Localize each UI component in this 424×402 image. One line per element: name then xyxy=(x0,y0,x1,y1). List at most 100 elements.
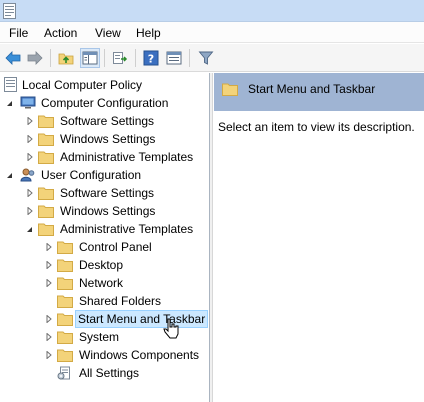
up-folder-icon xyxy=(58,53,74,65)
folder-icon xyxy=(222,83,238,96)
forward-button[interactable] xyxy=(25,48,45,68)
up-folder-button[interactable] xyxy=(56,48,76,68)
svg-text:?: ? xyxy=(148,53,154,66)
tree-node-label: Software Settings xyxy=(60,114,155,128)
folder-icon xyxy=(57,313,73,326)
folder-icon xyxy=(57,349,73,362)
folder-icon xyxy=(57,331,73,344)
computer-icon xyxy=(20,96,36,109)
mouse-pointer-icon xyxy=(163,318,179,339)
tree-node-user-configuration[interactable]: User Configuration xyxy=(0,166,210,184)
tree-node-label: Computer Configuration xyxy=(41,96,169,110)
tree-node-label: Start Menu and Taskbar xyxy=(75,310,209,328)
expand-arrow-icon[interactable] xyxy=(44,274,53,292)
expand-arrow-icon[interactable] xyxy=(25,202,34,220)
tree-node-all-settings[interactable]: All Settings xyxy=(0,364,210,382)
tree-node-cc-software-settings[interactable]: Software Settings xyxy=(0,112,210,130)
pane-splitter[interactable] xyxy=(210,73,213,402)
tree-node-label: Windows Settings xyxy=(60,132,156,146)
collapse-arrow-icon[interactable] xyxy=(5,94,14,112)
title-bar xyxy=(0,0,424,22)
tree-node-windows-components[interactable]: Windows Components xyxy=(0,346,210,364)
menu-file[interactable]: File xyxy=(7,25,30,41)
menu-bar: File Action View Help xyxy=(0,22,424,43)
back-button[interactable] xyxy=(3,48,23,68)
collapse-arrow-icon[interactable] xyxy=(5,166,14,184)
folder-icon xyxy=(38,205,54,218)
folder-icon xyxy=(57,295,73,308)
folder-icon xyxy=(38,115,54,128)
folder-icon xyxy=(38,187,54,200)
tree-node-cc-windows-settings[interactable]: Windows Settings xyxy=(0,130,210,148)
folder-icon xyxy=(38,223,54,236)
folder-icon xyxy=(38,151,54,164)
help-icon: ? xyxy=(143,50,159,66)
expand-arrow-icon[interactable] xyxy=(25,184,34,202)
tree-node-label: Desktop xyxy=(79,258,124,272)
expand-arrow-icon[interactable] xyxy=(25,130,34,148)
help-button[interactable]: ? xyxy=(141,48,161,68)
user-icon xyxy=(20,168,35,182)
expand-arrow-icon[interactable] xyxy=(25,112,34,130)
show-hide-tree-button[interactable] xyxy=(80,48,100,68)
tree-node-cc-administrative-templates[interactable]: Administrative Templates xyxy=(0,148,210,166)
tree-node-label: Windows Components xyxy=(79,348,200,362)
menu-view[interactable]: View xyxy=(93,25,123,41)
expand-arrow-icon[interactable] xyxy=(44,310,53,328)
expand-arrow-icon[interactable] xyxy=(25,148,34,166)
toolbar-separator xyxy=(189,49,190,67)
tree-node-label: Local Computer Policy xyxy=(22,78,143,92)
tree-node-label: System xyxy=(79,330,120,344)
tree-node-uc-administrative-templates[interactable]: Administrative Templates xyxy=(0,220,210,238)
tree-node-label: Windows Settings xyxy=(60,204,156,218)
tree-node-label: Administrative Templates xyxy=(60,222,194,236)
toolbar-separator xyxy=(104,49,105,67)
tree-node-label: Shared Folders xyxy=(79,294,162,308)
show-hide-tree-icon xyxy=(82,51,98,65)
forward-icon xyxy=(27,51,43,65)
export-list-icon xyxy=(113,52,128,64)
details-header: Start Menu and Taskbar xyxy=(214,73,424,111)
tree-node-label: All Settings xyxy=(79,366,140,380)
tree-node-label: Control Panel xyxy=(79,240,152,254)
tree-node-local-computer-policy[interactable]: Local Computer Policy xyxy=(0,76,210,94)
folder-icon xyxy=(57,241,73,254)
filter-button[interactable] xyxy=(196,48,216,68)
all-settings-icon xyxy=(57,366,70,380)
tree-node-desktop[interactable]: Desktop xyxy=(0,256,210,274)
expand-arrow-icon[interactable] xyxy=(44,238,53,256)
folder-icon xyxy=(38,133,54,146)
details-title: Start Menu and Taskbar xyxy=(248,82,376,96)
tree-node-label: Software Settings xyxy=(60,186,155,200)
properties-icon xyxy=(166,51,182,65)
properties-button[interactable] xyxy=(164,48,184,68)
tree-node-label: Network xyxy=(79,276,124,290)
toolbar: ? xyxy=(0,44,424,72)
tree-node-network[interactable]: Network xyxy=(0,274,210,292)
toolbar-separator xyxy=(50,49,51,67)
menu-action[interactable]: Action xyxy=(42,25,79,41)
tree-node-control-panel[interactable]: Control Panel xyxy=(0,238,210,256)
collapse-arrow-icon[interactable] xyxy=(25,220,34,238)
menu-help[interactable]: Help xyxy=(134,25,163,41)
policy-icon xyxy=(4,77,17,92)
tree-node-computer-configuration[interactable]: Computer Configuration xyxy=(0,94,210,112)
tree-pane[interactable]: Local Computer Policy Computer Configura… xyxy=(0,73,210,402)
expand-arrow-icon[interactable] xyxy=(44,346,53,364)
export-list-button[interactable] xyxy=(110,48,130,68)
tree-node-label: Administrative Templates xyxy=(60,150,194,164)
details-description: Select an item to view its description. xyxy=(218,120,415,134)
policy-editor-icon xyxy=(3,3,16,19)
folder-icon xyxy=(57,259,73,272)
back-icon xyxy=(5,51,21,65)
expand-arrow-icon[interactable] xyxy=(44,328,53,346)
tree-node-uc-software-settings[interactable]: Software Settings xyxy=(0,184,210,202)
expand-arrow-icon[interactable] xyxy=(44,256,53,274)
folder-icon xyxy=(57,277,73,290)
tree-node-uc-windows-settings[interactable]: Windows Settings xyxy=(0,202,210,220)
toolbar-separator xyxy=(135,49,136,67)
details-pane: Start Menu and Taskbar Select an item to… xyxy=(214,73,424,402)
tree-node-label: User Configuration xyxy=(41,168,142,182)
tree-node-shared-folders[interactable]: Shared Folders xyxy=(0,292,210,310)
filter-icon xyxy=(198,51,214,65)
